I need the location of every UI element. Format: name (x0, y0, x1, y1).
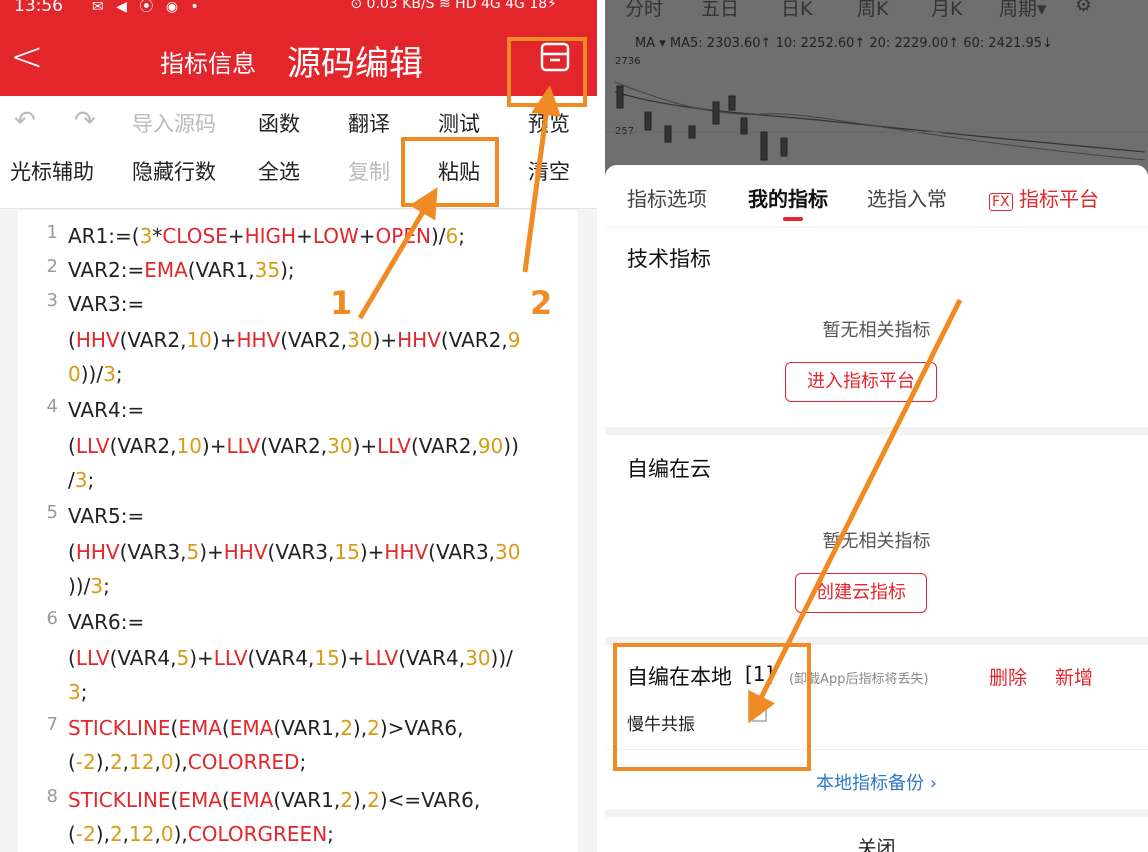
source-editor-screen: 13:56 ✉ ◀ ⦿ ◉ • ⊙ 0.03 KB/S ≋ HD 4G 4G 1… (0, 0, 597, 852)
annotation-step-1: 1 (330, 284, 353, 322)
annotation-arrows (357, 85, 561, 320)
annotation-step-2: 2 (530, 284, 553, 322)
my-indicators-screen: 分时 五日 日K 周K 月K 周期▾ ⚙ MA ▾ MA5: 2303.60↑ … (605, 0, 1148, 852)
annotation-arrow (748, 298, 963, 724)
